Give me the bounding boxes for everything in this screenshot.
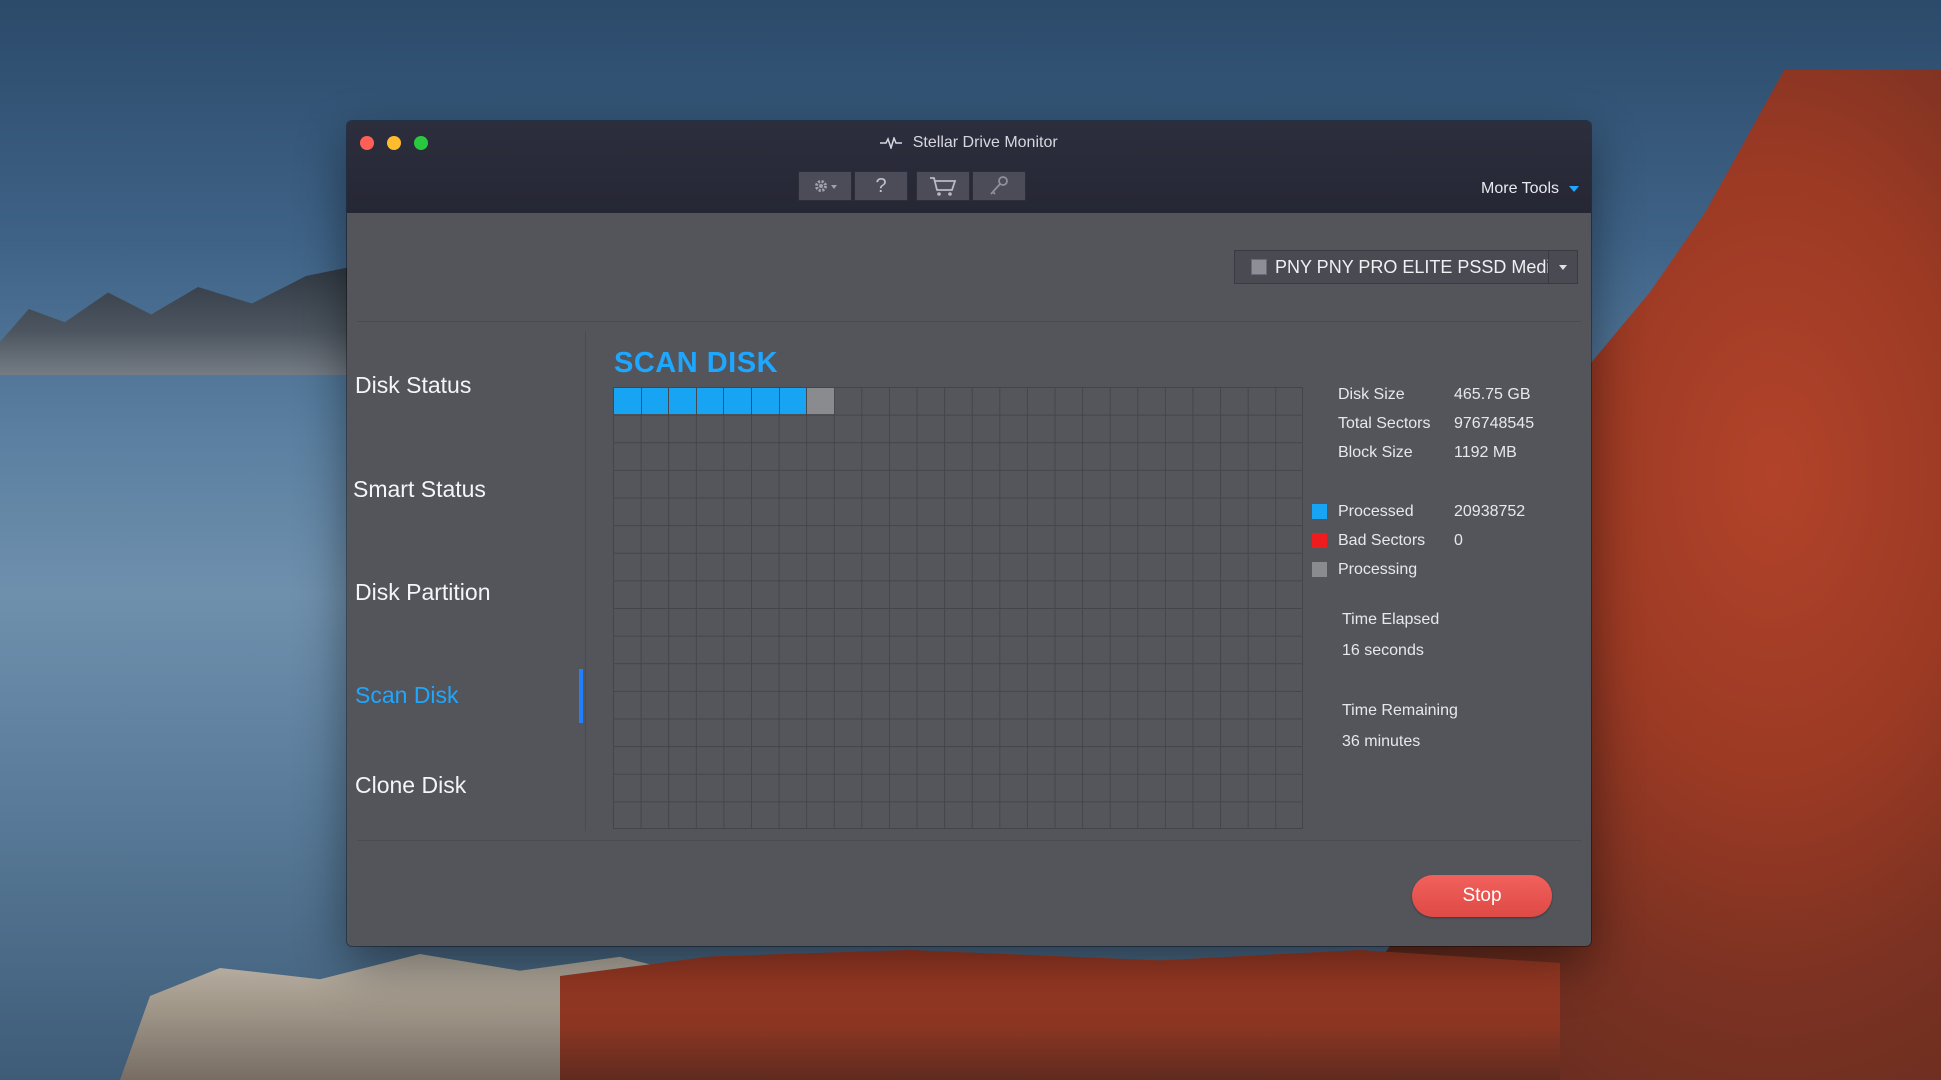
bad-sectors-label: Bad Sectors — [1338, 532, 1426, 549]
window-title-text: Stellar Drive Monitor — [912, 134, 1058, 151]
block-size-value: 1192 MB — [1454, 444, 1517, 461]
processing-block — [807, 388, 834, 414]
processing-legend-swatch — [1312, 562, 1327, 577]
cart-icon — [930, 177, 957, 196]
stop-button[interactable]: Stop — [1412, 875, 1552, 917]
window-title: Stellar Drive Monitor — [347, 134, 1591, 152]
dropdown-arrow-icon — [1569, 186, 1579, 192]
processed-block — [724, 388, 751, 414]
processing-label: Processing — [1338, 561, 1418, 578]
sidebar-divider — [585, 331, 586, 831]
processed-block — [779, 388, 807, 414]
time-elapsed-value: 16 seconds — [1342, 642, 1424, 659]
processed-block — [669, 388, 696, 414]
time-remaining-label: Time Remaining — [1342, 702, 1458, 719]
app-window: Stellar Drive Monitor ? More Tools PNY P… — [347, 121, 1591, 946]
processed-label: Processed — [1338, 503, 1414, 520]
drive-selector[interactable]: PNY PNY PRO ELITE PSSD Medi — [1234, 250, 1578, 284]
total-sectors-label: Total Sectors — [1338, 415, 1431, 432]
gear-icon — [815, 180, 837, 192]
processed-legend-swatch — [1312, 504, 1327, 519]
title-bar[interactable]: Stellar Drive Monitor ? More Tools — [347, 121, 1591, 213]
sidebar-item-clone-disk[interactable]: Clone Disk — [355, 772, 466, 799]
key-button[interactable] — [972, 171, 1026, 201]
disk-size-value: 465.75 GB — [1454, 386, 1531, 403]
divider — [357, 321, 1581, 322]
active-tab-indicator — [579, 669, 583, 723]
key-icon — [990, 176, 1008, 195]
more-tools-menu[interactable]: More Tools — [1481, 180, 1579, 198]
page-title: SCAN DISK — [614, 347, 779, 379]
settings-button[interactable] — [798, 171, 852, 201]
time-remaining-value: 36 minutes — [1342, 733, 1421, 750]
bad-sectors-legend-swatch — [1312, 533, 1327, 548]
help-icon: ? — [875, 174, 887, 197]
total-sectors-value: 976748545 — [1454, 415, 1535, 432]
cart-button[interactable] — [916, 171, 970, 201]
sidebar-item-disk-partition[interactable]: Disk Partition — [355, 579, 490, 606]
drive-selector-arrow[interactable] — [1548, 251, 1577, 283]
toolbar: ? — [798, 171, 1026, 201]
processed-value: 20938752 — [1454, 503, 1526, 520]
processed-block — [752, 388, 779, 414]
pulse-icon — [880, 136, 903, 149]
help-button[interactable]: ? — [854, 171, 908, 201]
block-size-label: Block Size — [1338, 444, 1413, 461]
disk-size-label: Disk Size — [1338, 386, 1405, 403]
drive-icon — [1251, 259, 1267, 275]
sidebar-item-smart-status[interactable]: Smart Status — [353, 476, 486, 503]
processed-block — [614, 388, 641, 414]
chevron-down-icon — [1559, 264, 1567, 270]
time-elapsed-label: Time Elapsed — [1342, 611, 1440, 628]
divider — [357, 840, 1581, 841]
sidebar-item-scan-disk[interactable]: Scan Disk — [355, 682, 459, 709]
processed-block — [696, 388, 724, 414]
sidebar-item-disk-status[interactable]: Disk Status — [355, 372, 471, 399]
bad-sectors-value: 0 — [1454, 532, 1463, 549]
drive-selector-value: PNY PNY PRO ELITE PSSD Medi — [1275, 256, 1548, 277]
scan-block-grid — [613, 387, 1303, 829]
wallpaper-shore — [560, 950, 1560, 1080]
more-tools-label: More Tools — [1481, 180, 1559, 197]
processed-block — [641, 388, 669, 414]
